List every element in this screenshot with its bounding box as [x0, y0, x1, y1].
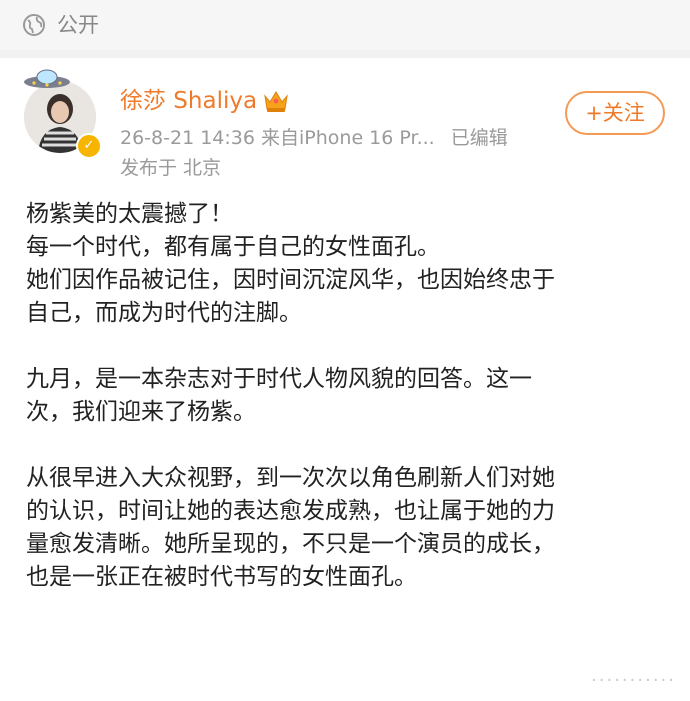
post-text-line: 杨紫美的太震撼了！	[26, 201, 233, 227]
post-text-line: 量愈发清晰。她所呈现的，不只是一个演员的成长，	[26, 531, 555, 557]
post-text-line: 次，我们迎来了杨紫。	[26, 399, 256, 425]
globe-icon	[23, 14, 45, 36]
post-paragraph: 杨紫美的太震撼了！ 每一个时代，都有属于自己的女性面孔。她们因作品被记住，因时间沉…	[26, 198, 666, 330]
author-name[interactable]: 徐莎 Shaliya	[120, 86, 257, 116]
follow-button[interactable]: +关注	[565, 91, 665, 135]
edited-label[interactable]: 已编辑	[451, 127, 508, 149]
post-text-line: 她们因作品被记住，因时间沉淀风华，也因始终忠于	[26, 267, 555, 293]
watermark-dots: ···········	[591, 670, 676, 691]
author-avatar-group[interactable]: ✓	[20, 67, 102, 159]
verified-badge-icon: ✓	[76, 133, 102, 159]
visibility-bar: 公开	[0, 0, 690, 50]
post-paragraph: 从很早进入大众视野，到一次次以角色刷新人们对她 的认识，时间让她的表达愈发成熟，也…	[26, 462, 666, 594]
post-meta: 26-8-21 14:36 来自iPhone 16 Pr... 已编辑	[120, 125, 508, 151]
post-text-line: 从很早进入大众视野，到一次次以角色刷新人们对她	[26, 465, 555, 491]
post-text-line: 的认识，时间让她的表达愈发成熟，也让属于她的力	[26, 498, 555, 524]
post-text-line: 每一个时代，都有属于自己的女性面孔。	[26, 234, 440, 260]
ufo-pendant-icon	[24, 69, 70, 88]
section-divider	[0, 50, 690, 58]
post-paragraph: 九月，是一本杂志对于时代人物风貌的回答。这一 次，我们迎来了杨紫。	[26, 363, 666, 429]
post-location: 发布于 北京	[120, 157, 222, 179]
post-datetime: 26-8-21 14:36	[120, 127, 255, 149]
visibility-label: 公开	[57, 13, 99, 37]
post-text-line: 也是一张正在被时代书写的女性面孔。	[26, 564, 417, 590]
post-text-line: 自己，而成为时代的注脚。	[26, 300, 302, 326]
post-source[interactable]: 来自iPhone 16 Pr...	[261, 127, 435, 149]
post-text-line: 九月，是一本杂志对于时代人物风貌的回答。这一	[26, 366, 532, 392]
post-body: 杨紫美的太震撼了！ 每一个时代，都有属于自己的女性面孔。她们因作品被记住，因时间沉…	[26, 198, 666, 627]
crown-icon[interactable]	[262, 88, 290, 114]
